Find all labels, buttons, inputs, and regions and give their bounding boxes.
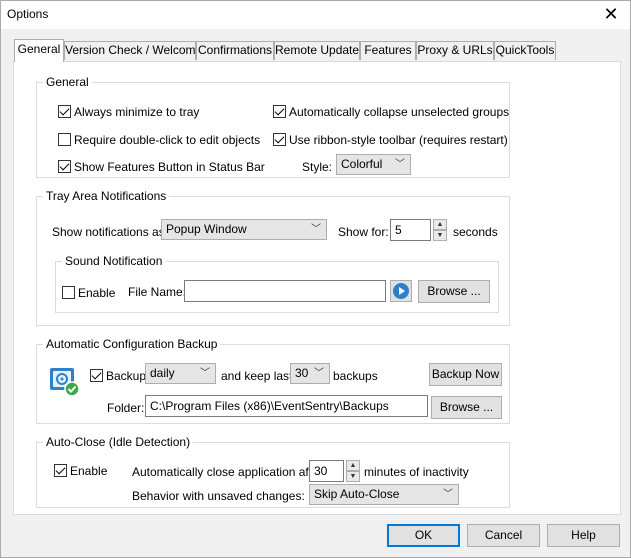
seconds-label: seconds (453, 225, 498, 239)
sound-browse-button[interactable]: Browse ... (418, 280, 490, 303)
autoclose-enable-checkbox[interactable] (54, 464, 67, 477)
group-tray-notifications: Tray Area Notifications Show notificatio… (36, 189, 510, 326)
auto-collapse-checkbox[interactable] (273, 105, 286, 118)
show-notifications-value: Popup Window (166, 222, 247, 236)
minutes-inactivity-label: minutes of inactivity (364, 465, 469, 479)
ribbon-toolbar-checkbox[interactable] (273, 133, 286, 146)
show-for-value: 5 (395, 223, 402, 237)
always-minimize-label: Always minimize to tray (74, 105, 200, 119)
window-title: Options (7, 7, 49, 21)
behavior-select[interactable]: Skip Auto-Close ﹀ (309, 484, 459, 505)
keep-last-label: and keep last (221, 369, 293, 383)
autoclose-enable-label: Enable (70, 464, 108, 478)
chevron-down-icon: ﹀ (395, 159, 405, 170)
chevron-down-icon: ﹀ (443, 489, 453, 500)
chevron-down-icon: ﹀ (314, 368, 324, 379)
group-config-backup: Automatic Configuration Backup Backup da… (36, 337, 510, 424)
tab-panel-general: General Always minimize to tray Require … (13, 61, 621, 515)
minutes-input[interactable]: 30 (309, 460, 344, 482)
behavior-label: Behavior with unsaved changes: (132, 489, 305, 503)
sound-enable-checkbox[interactable] (62, 286, 75, 299)
require-double-click-checkbox[interactable] (58, 133, 71, 146)
group-tray-label: Tray Area Notifications (43, 189, 170, 203)
ribbon-toolbar-label: Use ribbon-style toolbar (requires resta… (289, 133, 508, 147)
show-for-label: Show for: (338, 225, 389, 239)
file-name-input[interactable] (184, 280, 386, 302)
style-select-value: Colorful (341, 157, 383, 171)
group-auto-close: Auto-Close (Idle Detection) Enable Autom… (36, 435, 510, 508)
folder-input[interactable]: C:\Program Files (x86)\EventSentry\Backu… (145, 395, 428, 417)
show-notifications-label: Show notifications as: (52, 225, 169, 239)
group-sound-label: Sound Notification (62, 254, 166, 268)
group-sound-notification: Sound Notification Enable File Name: Bro… (55, 254, 499, 313)
backup-safe-icon (50, 368, 80, 397)
group-general-label: General (43, 75, 92, 89)
keep-count-value: 30 (295, 366, 309, 380)
backups-label: backups (333, 369, 378, 383)
folder-browse-button[interactable]: Browse ... (431, 396, 502, 419)
spin-down-icon[interactable]: ▼ (346, 471, 360, 482)
auto-close-after-label: Automatically close application after (132, 465, 323, 479)
play-sound-button[interactable] (390, 280, 412, 302)
tab-features[interactable]: Features (360, 41, 416, 60)
ok-button[interactable]: OK (387, 524, 460, 547)
options-window: Options ✕ General Version Check / Welcom… (0, 0, 631, 558)
tab-proxy-urls[interactable]: Proxy & URLs (416, 41, 494, 60)
title-bar[interactable]: Options ✕ (1, 1, 630, 29)
folder-label: Folder: (107, 401, 145, 415)
keep-count-select[interactable]: 30 ﹀ (290, 363, 330, 384)
minutes-spinner[interactable]: ▲ ▼ (346, 460, 360, 482)
group-backup-label: Automatic Configuration Backup (43, 337, 221, 351)
minutes-value: 30 (314, 464, 328, 478)
auto-collapse-label: Automatically collapse unselected groups (289, 105, 510, 119)
cancel-button[interactable]: Cancel (467, 524, 540, 547)
backup-frequency-value: daily (150, 366, 175, 380)
show-for-spinner[interactable]: ▲ ▼ (433, 219, 447, 241)
show-for-input[interactable]: 5 (390, 219, 431, 241)
backup-label: Backup (106, 369, 147, 383)
tab-remote-update[interactable]: Remote Update (274, 41, 360, 60)
backup-frequency-select[interactable]: daily ﹀ (145, 363, 216, 384)
backup-checkbox[interactable] (90, 369, 103, 382)
sound-enable-label: Enable (78, 286, 116, 300)
style-select[interactable]: Colorful ﹀ (336, 154, 411, 175)
style-label: Style: (302, 160, 333, 174)
spin-down-icon[interactable]: ▼ (433, 230, 447, 241)
tab-version-check[interactable]: Version Check / Welcome (64, 41, 202, 60)
play-icon (393, 283, 409, 299)
group-autoclose-label: Auto-Close (Idle Detection) (43, 435, 194, 449)
behavior-value: Skip Auto-Close (314, 487, 400, 501)
group-general: General Always minimize to tray Require … (36, 75, 510, 178)
spin-up-icon[interactable]: ▲ (433, 219, 447, 230)
backup-now-button[interactable]: Backup Now (429, 363, 502, 386)
tab-quicktools[interactable]: QuickTools (494, 41, 556, 60)
tab-general[interactable]: General (14, 39, 64, 62)
close-icon[interactable]: ✕ (598, 3, 624, 25)
folder-value: C:\Program Files (x86)\EventSentry\Backu… (150, 399, 389, 413)
chevron-down-icon: ﹀ (311, 224, 321, 235)
show-features-checkbox[interactable] (58, 160, 71, 173)
file-name-label: File Name: (128, 285, 187, 299)
help-button[interactable]: Help (547, 524, 620, 547)
show-notifications-select[interactable]: Popup Window ﹀ (161, 219, 327, 240)
chevron-down-icon: ﹀ (200, 368, 210, 379)
always-minimize-checkbox[interactable] (58, 105, 71, 118)
spin-up-icon[interactable]: ▲ (346, 460, 360, 471)
require-double-click-label: Require double-click to edit objects (74, 133, 261, 147)
show-features-label: Show Features Button in Status Bar (74, 160, 265, 174)
tab-confirmations[interactable]: Confirmations (196, 41, 274, 60)
